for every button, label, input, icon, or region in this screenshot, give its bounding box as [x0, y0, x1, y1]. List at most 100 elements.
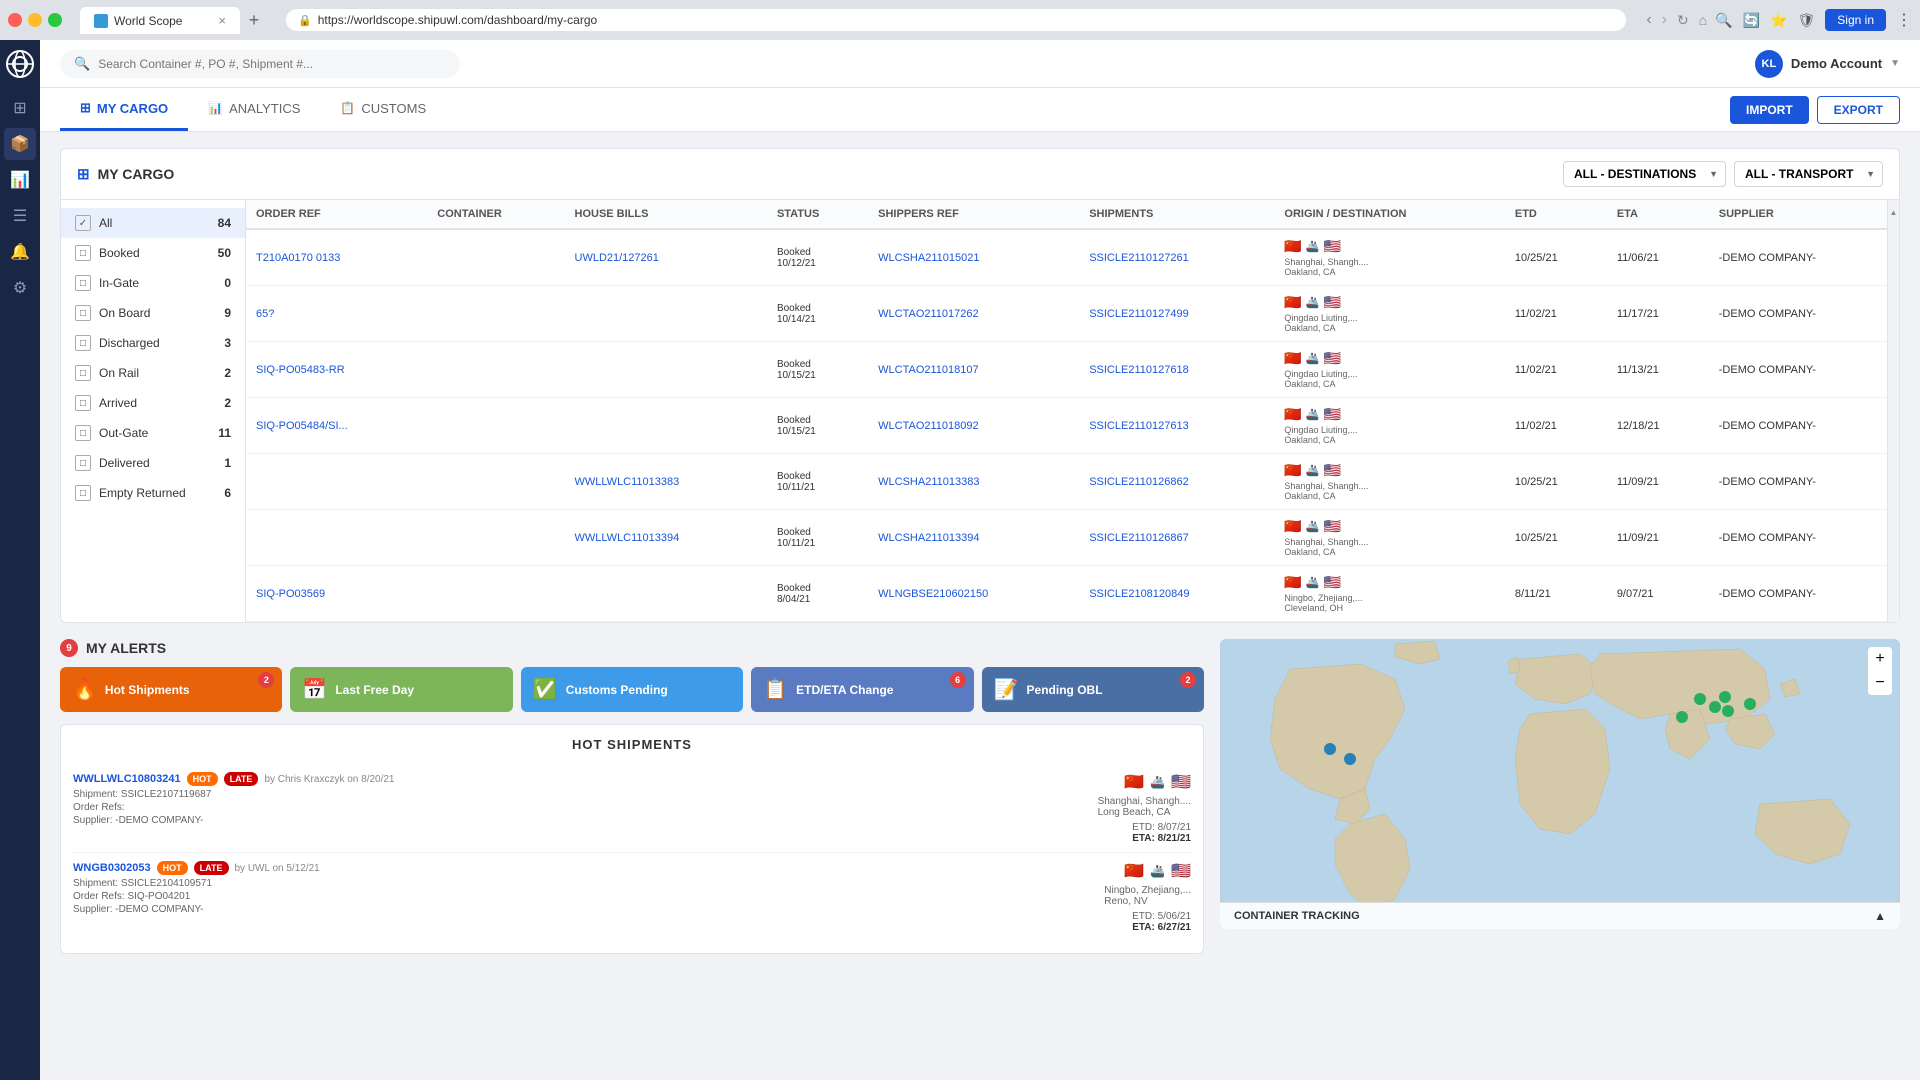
sidebar-icon-chart[interactable]: 📊 — [4, 164, 36, 196]
export-button[interactable]: EXPORT — [1817, 96, 1900, 124]
tab-analytics[interactable]: 📊 ANALYTICS — [188, 88, 320, 131]
table-row[interactable]: WWLLWLC11013394 Booked10/11/21 WLCSHA211… — [246, 510, 1899, 566]
container-tracking-bar[interactable]: CONTAINER TRACKING ▲ — [1220, 902, 1900, 929]
address-bar[interactable]: 🔒 https://worldscope.shipuwl.com/dashboa… — [286, 9, 1626, 31]
status-on-board[interactable]: □ On Board 9 — [61, 298, 245, 328]
map-pin-6[interactable] — [1722, 705, 1734, 717]
map-pin-us-1[interactable] — [1324, 743, 1336, 755]
alert-pending-obl[interactable]: 📝 Pending OBL 2 — [982, 667, 1204, 712]
shipments-cell[interactable]: SSICLE2110127499 — [1079, 286, 1274, 342]
house-bill-cell[interactable] — [565, 286, 767, 342]
table-row[interactable]: SIQ-PO05484/SI... Booked10/15/21 WLCTAO2… — [246, 398, 1899, 454]
col-shippers-ref[interactable]: SHIPPERS REF — [868, 200, 1079, 229]
alert-customs-pending[interactable]: ✅ Customs Pending — [521, 667, 743, 712]
alert-hot-shipments[interactable]: 🔥 Hot Shipments 2 — [60, 667, 282, 712]
new-tab-btn[interactable]: + — [240, 6, 268, 34]
table-row[interactable]: T210A0170 0133 UWLD21/127261 Booked10/12… — [246, 229, 1899, 286]
sidebar-icon-settings[interactable]: ⚙ — [4, 272, 36, 304]
nav-forward[interactable]: › — [1662, 11, 1667, 29]
col-house-bills[interactable]: HOUSE BILLS — [565, 200, 767, 229]
shipments-cell[interactable]: SSICLE2110127613 — [1079, 398, 1274, 454]
expand-icon[interactable]: ▲ — [1874, 909, 1886, 923]
refresh-icon[interactable]: ↻ — [1677, 12, 1689, 29]
house-bill-link-1[interactable]: WWLLWLC10803241 — [73, 773, 181, 785]
status-panel: ✓ All 84 □ Booked 50 □ In-Gate 0 — [61, 200, 246, 622]
status-empty-returned[interactable]: □ Empty Returned 6 — [61, 478, 245, 508]
shipments-cell[interactable]: SSICLE2108120849 — [1079, 566, 1274, 622]
sidebar-icon-grid[interactable]: ⊞ — [4, 92, 36, 124]
house-bill-cell[interactable]: WWLLWLC11013383 — [565, 454, 767, 510]
house-bill-cell[interactable] — [565, 398, 767, 454]
map-pin-3[interactable] — [1676, 711, 1688, 723]
house-bill-cell[interactable] — [565, 342, 767, 398]
transport-filter-wrapper: ALL - TRANSPORT Ocean Air Truck — [1734, 161, 1883, 187]
grid-icon: ⊞ — [80, 100, 91, 116]
col-shipments[interactable]: SHIPMENTS — [1079, 200, 1274, 229]
house-bill-cell[interactable] — [565, 566, 767, 622]
tab-customs[interactable]: 📋 CUSTOMS — [320, 88, 446, 131]
status-arrived[interactable]: □ Arrived 2 — [61, 388, 245, 418]
zoom-in-btn[interactable]: + — [1868, 647, 1892, 671]
nav-back[interactable]: ‹ — [1646, 11, 1651, 29]
extension-icon-3[interactable]: ⭐ — [1770, 12, 1787, 29]
status-on-rail[interactable]: □ On Rail 2 — [61, 358, 245, 388]
table-row[interactable]: SIQ-PO05483-RR Booked10/15/21 WLCTAO2110… — [246, 342, 1899, 398]
sidebar-icon-list[interactable]: ☰ — [4, 200, 36, 232]
scroll-up-icon[interactable]: ▲ — [1890, 208, 1898, 217]
col-origin-dest[interactable]: ORIGIN / DESTINATION — [1274, 200, 1504, 229]
status-delivered[interactable]: □ Delivered 1 — [61, 448, 245, 478]
shipments-cell[interactable]: SSICLE2110126867 — [1079, 510, 1274, 566]
extension-icon-1[interactable]: 🔍 — [1715, 12, 1732, 29]
sign-in-btn[interactable]: Sign in — [1825, 9, 1886, 31]
check-icon: ✅ — [533, 677, 558, 702]
map-pin-us-2[interactable] — [1344, 753, 1356, 765]
maximize-btn[interactable] — [48, 13, 62, 27]
extension-icon-4[interactable]: 🛡 — [1798, 12, 1816, 29]
col-supplier[interactable]: SUPPLIER — [1709, 200, 1899, 229]
close-btn[interactable] — [8, 13, 22, 27]
house-bill-link-2[interactable]: WNGB0302053 — [73, 862, 151, 874]
shipments-cell[interactable]: SSICLE2110127618 — [1079, 342, 1274, 398]
extension-icon-2[interactable]: 🔄 — [1743, 12, 1760, 29]
search-bar[interactable]: 🔍 — [60, 50, 460, 78]
minimize-btn[interactable] — [28, 13, 42, 27]
map-pin-1[interactable] — [1744, 698, 1756, 710]
transport-filter[interactable]: ALL - TRANSPORT Ocean Air Truck — [1734, 161, 1883, 187]
map-pin-2[interactable] — [1719, 691, 1731, 703]
table-row[interactable]: SIQ-PO03569 Booked8/04/21 WLNGBSE2106021… — [246, 566, 1899, 622]
home-icon[interactable]: ⌂ — [1699, 12, 1707, 28]
shipments-cell[interactable]: SSICLE2110127261 — [1079, 229, 1274, 286]
col-status[interactable]: STATUS — [767, 200, 868, 229]
browser-tab[interactable]: World Scope × — [80, 7, 240, 34]
zoom-out-btn[interactable]: − — [1868, 671, 1892, 695]
import-button[interactable]: IMPORT — [1730, 96, 1809, 124]
shipments-cell[interactable]: SSICLE2110126862 — [1079, 454, 1274, 510]
col-etd[interactable]: ETD — [1505, 200, 1607, 229]
alert-etd-eta-change[interactable]: 📋 ETD/ETA Change 6 — [751, 667, 973, 712]
house-bill-cell[interactable]: UWLD21/127261 — [565, 229, 767, 286]
sidebar-icon-cargo[interactable]: 📦 — [4, 128, 36, 160]
status-booked[interactable]: □ Booked 50 — [61, 238, 245, 268]
search-input[interactable] — [98, 57, 446, 71]
menu-icon[interactable]: ⋮ — [1896, 10, 1912, 30]
status-out-gate[interactable]: □ Out-Gate 11 — [61, 418, 245, 448]
sidebar-icon-bell[interactable]: 🔔 — [4, 236, 36, 268]
status-discharged[interactable]: □ Discharged 3 — [61, 328, 245, 358]
tab-my-cargo[interactable]: ⊞ MY CARGO — [60, 88, 188, 131]
col-eta[interactable]: ETA — [1607, 200, 1709, 229]
status-in-gate[interactable]: □ In-Gate 0 — [61, 268, 245, 298]
alert-last-free-day[interactable]: 📅 Last Free Day — [290, 667, 512, 712]
map-pin-4[interactable] — [1694, 693, 1706, 705]
table-row[interactable]: 65? Booked10/14/21 WLCTAO211017262 SSICL… — [246, 286, 1899, 342]
col-order-ref[interactable]: ORDER REF — [246, 200, 427, 229]
status-all[interactable]: ✓ All 84 — [61, 208, 245, 238]
map-container[interactable]: + − CONTAINER TRACKING ▲ — [1220, 639, 1900, 929]
app-logo[interactable] — [4, 48, 36, 80]
map-pin-5[interactable] — [1709, 701, 1721, 713]
col-container[interactable]: CONTAINER — [427, 200, 564, 229]
house-bill-cell[interactable]: WWLLWLC11013394 — [565, 510, 767, 566]
table-row[interactable]: WWLLWLC11013383 Booked10/11/21 WLCSHA211… — [246, 454, 1899, 510]
destinations-filter[interactable]: ALL - DESTINATIONS Oakland, CA Long Beac… — [1563, 161, 1726, 187]
chevron-down-icon[interactable]: ▼ — [1890, 58, 1900, 69]
tab-close-icon[interactable]: × — [218, 13, 226, 28]
